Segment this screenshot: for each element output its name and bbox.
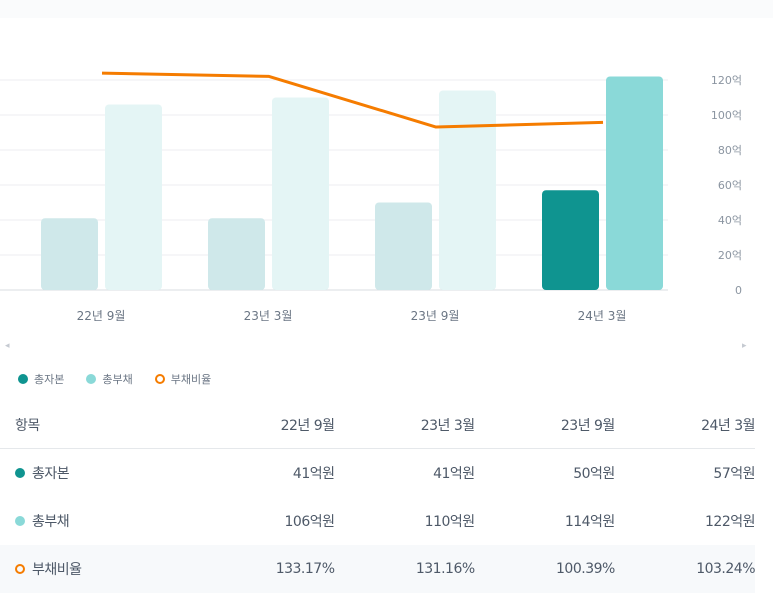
scroll-right-arrow[interactable]: ▸ <box>742 341 747 351</box>
chart-legend: 총자본 총부채 부채비율 <box>18 371 211 387</box>
cell: 106억원 <box>194 497 334 545</box>
cell: 133.17% <box>194 545 334 593</box>
cell: 41억원 <box>335 449 475 498</box>
table-row: 총부채 106억원 110억원 114억원 122억원 <box>0 497 755 545</box>
cell: 100.39% <box>475 545 615 593</box>
table-header-row: 항목 22년 9월 23년 3월 23년 9월 24년 3월 <box>0 402 755 449</box>
header-cell: 24년 3월 <box>615 402 755 449</box>
header-cell: 23년 3월 <box>335 402 475 449</box>
scroll-left-arrow[interactable]: ◂ <box>5 341 10 351</box>
y-tick-label: 60억 <box>718 179 742 192</box>
header-cell: 23년 9월 <box>475 402 615 449</box>
ratio-line <box>102 73 603 127</box>
x-tick-label: 22년 9월 <box>77 309 126 323</box>
legend-item-ratio[interactable]: 부채비율 <box>155 371 211 387</box>
liability-dot-icon <box>86 374 96 384</box>
y-tick-label: 40억 <box>718 214 742 227</box>
bar-liability <box>439 91 496 291</box>
cell: 114억원 <box>475 497 615 545</box>
table-row: 부채비율 133.17% 131.16% 100.39% 103.24% <box>0 545 755 593</box>
x-tick-label: 24년 3월 <box>578 309 627 323</box>
capital-dot-icon <box>15 468 25 478</box>
cell: 131.16% <box>335 545 475 593</box>
bar-capital <box>375 203 432 291</box>
table-row: 총자본 41억원 41억원 50억원 57억원 <box>0 449 755 498</box>
y-tick-label: 80억 <box>718 144 742 157</box>
bar-capital <box>208 218 265 290</box>
cell: 41억원 <box>194 449 334 498</box>
cell: 50억원 <box>475 449 615 498</box>
liability-dot-icon <box>15 516 25 526</box>
ratio-ring-icon <box>155 374 165 384</box>
data-table: 항목 22년 9월 23년 3월 23년 9월 24년 3월 총자본 41억원 … <box>0 402 755 593</box>
bar-liability <box>606 77 663 291</box>
bar-capital <box>41 218 98 290</box>
y-tick-label: 100억 <box>711 109 742 122</box>
y-tick-label: 0 <box>735 284 742 297</box>
y-tick-label: 120억 <box>711 74 742 87</box>
bar-liability <box>105 105 162 291</box>
y-tick-label: 20억 <box>718 249 742 262</box>
x-tick-label: 23년 9월 <box>411 309 460 323</box>
cell: 110억원 <box>335 497 475 545</box>
header-cell: 22년 9월 <box>194 402 334 449</box>
bar-capital <box>542 190 599 290</box>
cell: 57억원 <box>615 449 755 498</box>
ratio-ring-icon <box>15 564 25 574</box>
legend-item-liability[interactable]: 총부채 <box>86 371 132 387</box>
cell: 103.24% <box>615 545 755 593</box>
bar-liability <box>272 98 329 291</box>
legend-item-capital[interactable]: 총자본 <box>18 371 64 387</box>
bar-line-chart: 0 20억 40억 60억 80억 100억 120억 22년 9월 23년 3월 23년 9월 2… <box>0 0 773 340</box>
cell: 122억원 <box>615 497 755 545</box>
x-tick-label: 23년 3월 <box>244 309 293 323</box>
header-cell: 항목 <box>0 402 194 449</box>
capital-dot-icon <box>18 374 28 384</box>
